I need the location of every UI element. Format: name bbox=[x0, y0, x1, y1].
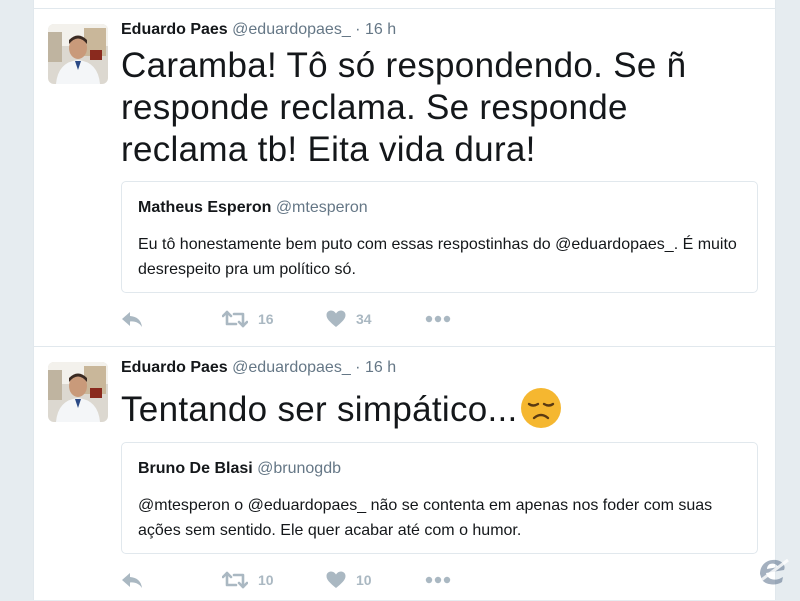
author-name[interactable]: Eduardo Paes bbox=[121, 359, 228, 376]
tweet-header: Eduardo Paes @eduardopaes_ · 16 h bbox=[121, 21, 396, 39]
separator: · bbox=[355, 21, 361, 38]
like-count: 34 bbox=[356, 311, 372, 327]
tweet-text: Tentando ser simpático... bbox=[121, 387, 761, 439]
reply-button[interactable] bbox=[121, 568, 143, 592]
like-button[interactable]: 10 bbox=[326, 568, 372, 592]
quoted-author-handle: @brunogdb bbox=[257, 460, 341, 477]
more-options-icon bbox=[425, 315, 451, 323]
heart-icon bbox=[326, 310, 346, 328]
tweet-text-content: Tentando ser simpático... bbox=[121, 390, 518, 429]
author-handle[interactable]: @eduardopaes_ bbox=[232, 359, 351, 376]
quoted-tweet-header: Bruno De Blasi @brunogdb bbox=[138, 460, 341, 478]
reply-button[interactable] bbox=[121, 307, 143, 331]
quoted-tweet-header: Matheus Esperon @mtesperon bbox=[138, 199, 368, 217]
quoted-tweet-text: @mtesperon o @eduardopaes_ não se conten… bbox=[138, 497, 713, 539]
quoted-author-name: Matheus Esperon bbox=[138, 199, 272, 216]
quoted-author-name: Bruno De Blasi bbox=[138, 460, 253, 477]
heart-icon bbox=[326, 571, 346, 589]
reply-icon bbox=[121, 310, 143, 328]
retweet-button[interactable]: 16 bbox=[222, 307, 274, 331]
quoted-tweet[interactable]: Bruno De Blasi @brunogdb @mtesperon o @e… bbox=[121, 442, 758, 554]
tweet-header: Eduardo Paes @eduardopaes_ · 16 h bbox=[121, 359, 396, 377]
timestamp[interactable]: 16 h bbox=[365, 359, 396, 376]
more-options-button[interactable] bbox=[425, 307, 451, 331]
retweet-icon bbox=[222, 571, 248, 589]
more-options-button[interactable] bbox=[425, 568, 451, 592]
tweet-text: Caramba! Tô só respondendo. Se ñ respond… bbox=[121, 45, 761, 171]
retweet-icon bbox=[222, 310, 248, 328]
reply-icon bbox=[121, 571, 143, 589]
tweet[interactable]: Eduardo Paes @eduardopaes_ · 16 h Tentan… bbox=[34, 346, 775, 601]
quoted-tweet[interactable]: Matheus Esperon @mtesperon Eu tô honesta… bbox=[121, 181, 758, 293]
retweet-count: 16 bbox=[258, 311, 274, 327]
quoted-author-handle: @mtesperon bbox=[275, 199, 368, 216]
tweet-actions: 10 10 bbox=[121, 568, 481, 592]
tweet-actions: 16 34 bbox=[121, 307, 481, 331]
tweet[interactable]: Eduardo Paes @eduardopaes_ · 16 h Caramb… bbox=[34, 9, 775, 345]
retweet-count: 10 bbox=[258, 572, 274, 588]
quoted-tweet-text: Eu tô honestamente bem puto com essas re… bbox=[138, 236, 737, 278]
author-name[interactable]: Eduardo Paes bbox=[121, 21, 228, 38]
retweet-button[interactable]: 10 bbox=[222, 568, 274, 592]
timeline: Eduardo Paes @eduardopaes_ · 16 h Caramb… bbox=[33, 0, 776, 600]
separator: · bbox=[355, 359, 361, 376]
timestamp[interactable]: 16 h bbox=[365, 21, 396, 38]
tweet-text-content: Caramba! Tô só respondendo. Se ñ respond… bbox=[121, 46, 687, 169]
avatar[interactable] bbox=[48, 362, 108, 422]
watermark-logo-icon bbox=[752, 554, 792, 590]
disappointed-face-emoji bbox=[520, 387, 562, 439]
avatar[interactable] bbox=[48, 24, 108, 84]
like-button[interactable]: 34 bbox=[326, 307, 372, 331]
like-count: 10 bbox=[356, 572, 372, 588]
more-options-icon bbox=[425, 576, 451, 584]
author-handle[interactable]: @eduardopaes_ bbox=[232, 21, 351, 38]
